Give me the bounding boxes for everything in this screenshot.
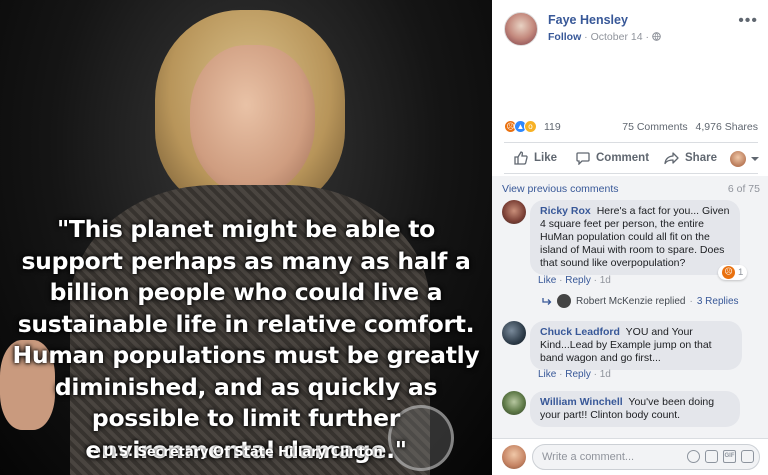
follow-link[interactable]: Follow xyxy=(548,31,581,43)
post-header: Faye Hensley Follow · October 14 · ••• xyxy=(504,10,758,50)
composer-icons: GIF xyxy=(687,450,754,463)
current-user-avatar xyxy=(502,445,526,469)
caret-down-icon xyxy=(751,157,759,161)
photo-attribution: - U.S. Secretary Of State Hillary Clinto… xyxy=(93,445,383,460)
comment-bubble: Chuck Leadford YOU and Your Kind...Lead … xyxy=(530,321,742,370)
globe-icon xyxy=(652,32,661,41)
thumbs-up-icon xyxy=(514,151,528,165)
comment-bubble: Ricky Rox Here's a fact for you... Given… xyxy=(530,200,740,275)
view-previous-comments-link[interactable]: View previous comments xyxy=(502,183,619,195)
shares-count[interactable]: 4,976 Shares xyxy=(696,121,758,133)
more-options-icon[interactable]: ••• xyxy=(738,12,758,30)
comment-button[interactable]: Comment xyxy=(576,151,649,165)
like-label: Like xyxy=(534,152,558,164)
comment-reaction-badge[interactable]: ☹ 1 xyxy=(718,265,748,280)
reaction-icons[interactable]: ☹ ▲ o xyxy=(504,120,537,133)
wow-reaction-icon: o xyxy=(524,120,537,133)
profile-avatar-icon xyxy=(730,151,746,167)
comment-reply-link[interactable]: Reply xyxy=(565,275,591,286)
comment-time[interactable]: 1d xyxy=(600,369,611,380)
replies-count-link[interactable]: 3 Replies xyxy=(697,296,739,307)
like-button[interactable]: Like xyxy=(514,151,557,165)
commenter-name[interactable]: Ricky Rox xyxy=(540,205,591,217)
post-photo[interactable]: "This planet might be able to support pe… xyxy=(0,0,492,475)
replies-separator: · xyxy=(689,295,693,307)
replies-summary[interactable]: Robert McKenzie replied · 3 Replies xyxy=(542,294,739,308)
replies-summary-text: Robert McKenzie replied xyxy=(576,295,686,307)
reaction-count[interactable]: 119 xyxy=(544,121,561,133)
share-arrow-icon xyxy=(664,152,679,165)
reactions-bar: ☹ ▲ o 119 75 Comments 4,976 Shares xyxy=(504,118,758,138)
engagement-counts: 75 Comments 4,976 Shares xyxy=(617,121,758,133)
share-label: Share xyxy=(685,152,717,164)
emoji-icon[interactable] xyxy=(687,450,700,463)
post-meta: Follow · October 14 · xyxy=(548,31,661,43)
comment-actions: Like · Reply · 1d xyxy=(538,369,611,380)
post-side-panel: Faye Hensley Follow · October 14 · ••• ☹… xyxy=(492,0,768,475)
commenter-avatar-chuck[interactable] xyxy=(502,321,526,345)
comment-bubble: William Winchell You've been doing your … xyxy=(530,391,740,427)
react-as-profile-selector[interactable] xyxy=(730,151,766,167)
comment-actions: Like · Reply · 1d xyxy=(538,275,611,286)
comment-reaction-count: 1 xyxy=(738,267,744,278)
camera-icon[interactable] xyxy=(705,450,718,463)
comment-like-link[interactable]: Like xyxy=(538,369,556,380)
comments-section: View previous comments 6 of 75 Ricky Rox… xyxy=(492,176,768,438)
gif-icon[interactable]: GIF xyxy=(723,450,736,463)
meta-separator-2: · xyxy=(645,31,649,43)
speech-bubble-icon xyxy=(576,152,590,165)
angry-reaction-icon: ☹ xyxy=(722,266,735,279)
comment-reply-link[interactable]: Reply xyxy=(565,369,591,380)
post-action-row: Like Comment Share xyxy=(504,142,759,174)
commenter-name[interactable]: Chuck Leadford xyxy=(540,326,620,338)
author-avatar[interactable] xyxy=(504,12,538,46)
photo-quote-text: "This planet might be able to support pe… xyxy=(12,215,480,464)
commenter-name[interactable]: William Winchell xyxy=(540,396,623,408)
comment-time[interactable]: 1d xyxy=(600,275,611,286)
reply-arrow-icon xyxy=(542,297,552,305)
author-name[interactable]: Faye Hensley xyxy=(548,13,628,27)
comments-page-count: 6 of 75 xyxy=(727,183,760,195)
share-button[interactable]: Share xyxy=(664,151,717,165)
photo-subject-face xyxy=(190,45,315,195)
meta-separator: · xyxy=(584,31,588,43)
replier-avatar xyxy=(557,294,571,308)
commenter-avatar-william[interactable] xyxy=(502,391,526,415)
sticker-icon[interactable] xyxy=(741,450,754,463)
comment-label: Comment xyxy=(596,152,650,164)
comments-count[interactable]: 75 Comments xyxy=(622,121,687,133)
comment-composer: GIF xyxy=(492,438,768,475)
post-date[interactable]: October 14 xyxy=(591,31,643,43)
comment-like-link[interactable]: Like xyxy=(538,275,556,286)
commenter-avatar-ricky[interactable] xyxy=(502,200,526,224)
